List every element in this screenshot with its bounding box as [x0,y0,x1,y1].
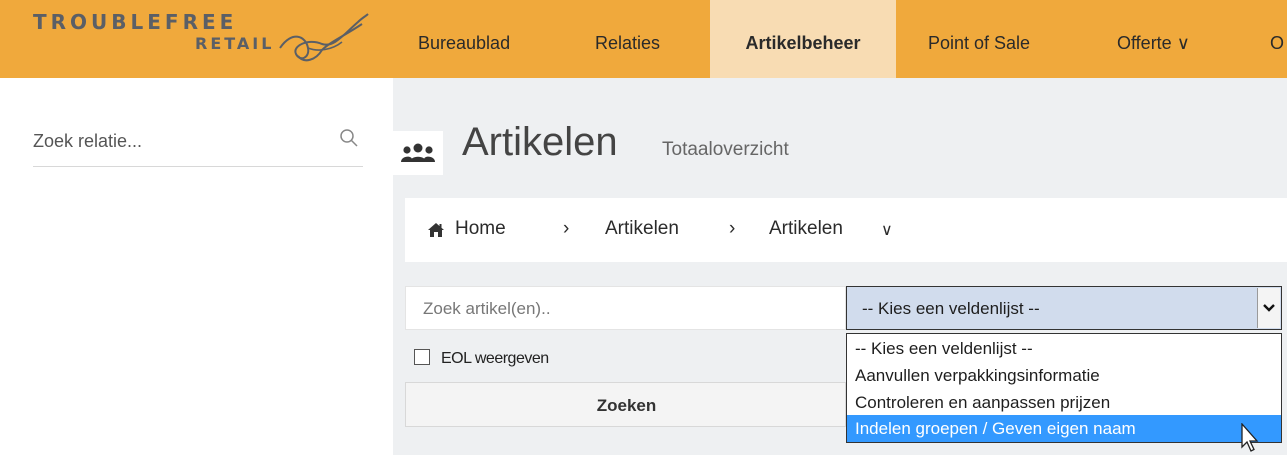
fieldlist-option-highlighted[interactable]: Indelen groepen / Geven eigen naam [847,415,1281,442]
article-search-placeholder: Zoek artikel(en).. [423,299,551,318]
users-tab[interactable] [393,131,443,175]
nav-point-of-sale[interactable]: Point of Sale [928,0,1030,78]
search-icon[interactable] [339,128,359,148]
breadcrumb-separator: › [729,218,736,239]
breadcrumb-home[interactable]: Home [455,218,506,240]
select-arrow-button[interactable] [1257,288,1280,328]
fieldlist-selected-value: -- Kies een veldenlijst -- [862,299,1040,318]
option-label: Aanvullen verpakkingsinformatie [855,366,1100,385]
search-button[interactable]: Zoeken [405,382,846,427]
logo-text-line1: TROUBLEFREE [33,10,238,34]
page-title: Artikelen [462,120,618,164]
nav-offerte[interactable]: Offerte ∨ [1117,0,1190,78]
eol-checkbox[interactable] [414,349,430,365]
users-icon [401,143,435,162]
article-search-input[interactable]: Zoek artikel(en).. [405,286,846,330]
fieldlist-option[interactable]: -- Kies een veldenlijst -- [847,335,1281,362]
mouse-pointer-icon [1241,423,1259,452]
fieldlist-option[interactable]: Controleren en aanpassen prijzen [847,389,1281,416]
top-navigation-bar: TROUBLEFREE RETAIL Bureaublad Relaties A… [0,0,1287,78]
troublefree-retail-logo[interactable]: TROUBLEFREE RETAIL [0,0,395,78]
relation-search-input[interactable]: Zoek relatie... [33,114,363,167]
chevron-down-icon[interactable]: ∨ [881,220,893,240]
option-label: Indelen groepen / Geven eigen naam [855,419,1136,438]
page-subtitle: Totaaloverzicht [662,139,789,160]
nav-relaties[interactable]: Relaties [595,0,660,78]
fieldlist-dropdown: -- Kies een veldenlijst -- Aanvullen ver… [846,333,1282,443]
nav-overflow-item[interactable]: O [1270,0,1284,78]
home-icon[interactable] [427,222,445,238]
relation-search-placeholder: Zoek relatie... [33,131,143,151]
chevron-down-icon [1263,304,1275,312]
search-button-label: Zoeken [596,396,657,415]
logo-bird-icon [279,13,369,62]
breadcrumb-separator: › [563,218,570,239]
fieldlist-option[interactable]: Aanvullen verpakkingsinformatie [847,362,1281,389]
option-label: -- Kies een veldenlijst -- [855,339,1033,358]
option-label: Controleren en aanpassen prijzen [855,393,1111,412]
nav-artikelbeheer[interactable]: Artikelbeheer [710,0,896,78]
breadcrumb-artikelen[interactable]: Artikelen [605,218,679,240]
breadcrumb-artikelen-current[interactable]: Artikelen [769,218,843,240]
breadcrumb: Home › Artikelen › Artikelen ∨ [405,198,1287,262]
fieldlist-select[interactable]: -- Kies een veldenlijst -- [846,286,1282,330]
eol-label: EOL weergeven [441,350,549,367]
logo-text-line2: RETAIL [195,34,275,53]
nav-bureaublad[interactable]: Bureaublad [418,0,510,78]
